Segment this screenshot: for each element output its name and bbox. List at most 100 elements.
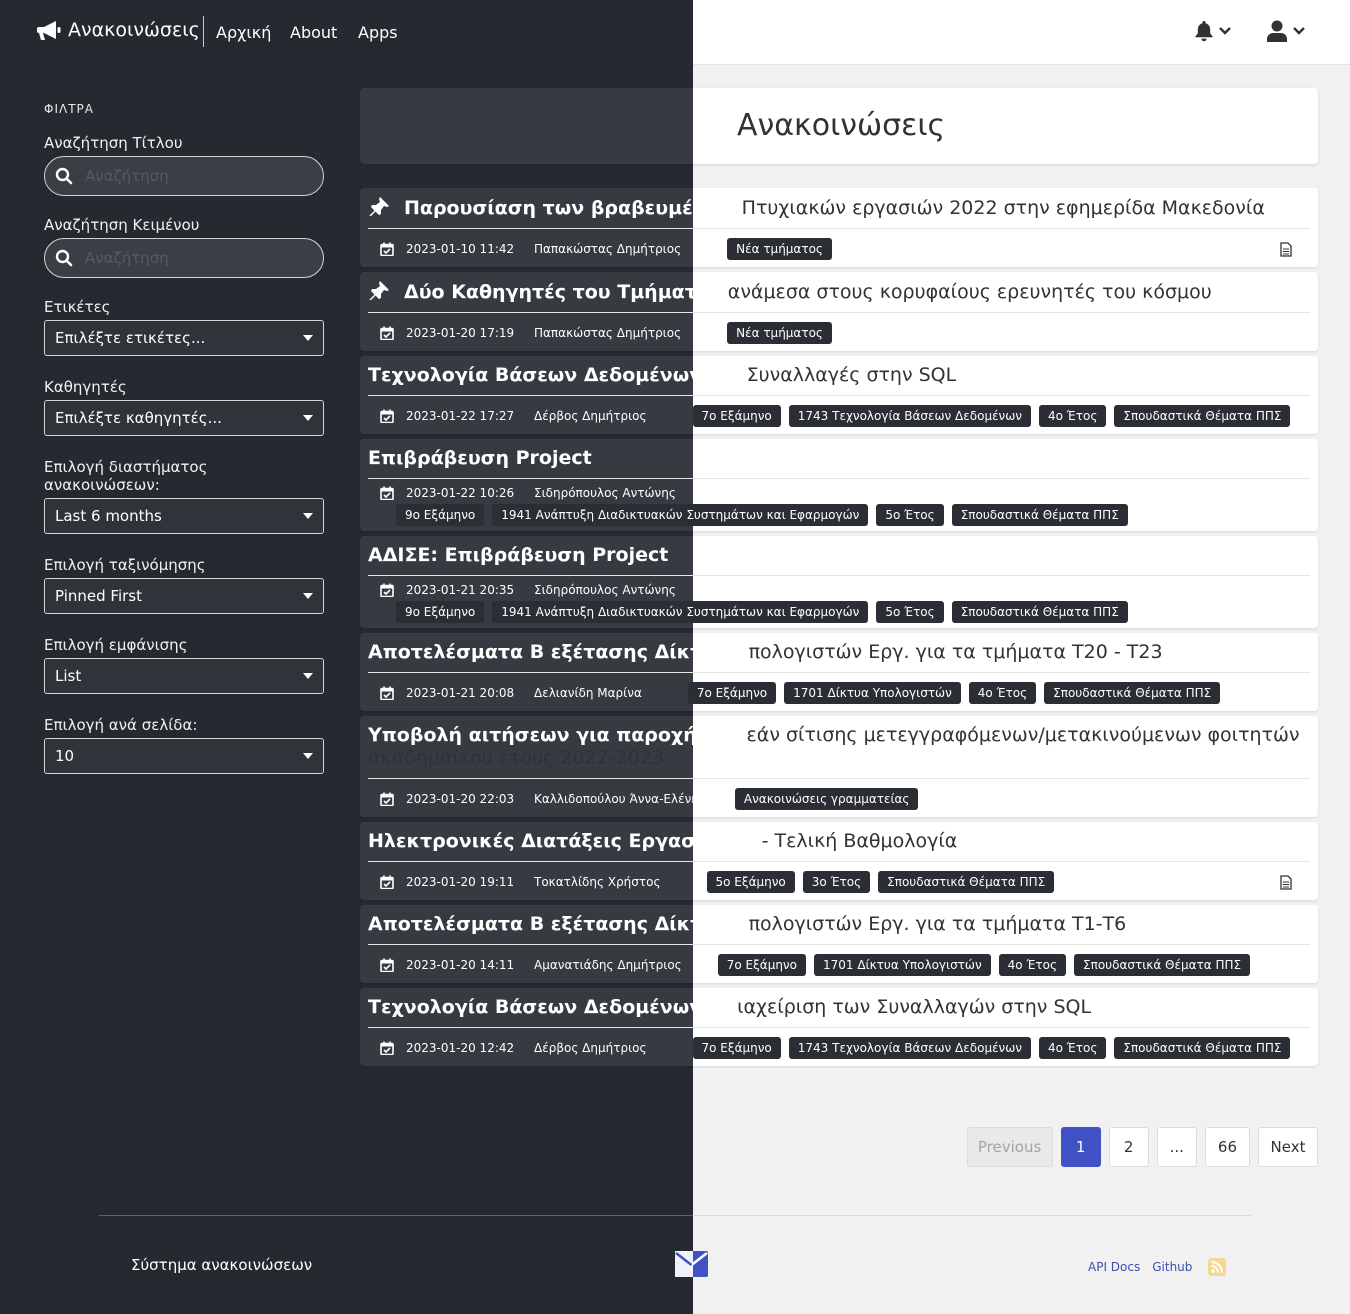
announcement-author[interactable]: Σιδηρόπουλος Αντώνης <box>534 486 676 500</box>
announcement-tags: Ανακοινώσεις γραμματείας <box>734 788 927 810</box>
filters-sidebar: ΦΙΛΤΡΑ Αναζήτηση Τίτλου Αναζήτηση Κειμέν… <box>44 100 324 796</box>
announcement-title-text: Επιβράβευση Project <box>368 447 592 469</box>
tag-badge[interactable]: 1701 Δίκτυα Υπολογιστών <box>784 682 961 704</box>
tag-badge[interactable]: 5ο Έτος <box>876 601 944 623</box>
announcement-title-text: ΑΔΙΣΕ: Επιβράβευση Project <box>368 544 669 566</box>
tag-badge[interactable]: Ανακοινώσεις γραμματείας <box>734 788 919 810</box>
nav-link-about[interactable]: About <box>290 23 337 42</box>
tag-badge[interactable]: Νέα τμήματος <box>727 238 832 260</box>
user-icon <box>1267 20 1287 42</box>
tag-badge[interactable]: Σπουδαστικά Θέματα ΠΠΣ <box>951 601 1128 623</box>
notifications-dropdown[interactable] <box>1194 20 1232 42</box>
announcement-author[interactable]: Δέρβος Δημήτριος <box>534 1041 647 1055</box>
announcement-author[interactable]: Σιδηρόπουλος Αντώνης <box>534 583 676 597</box>
view-select[interactable]: List <box>44 658 324 694</box>
announcement-date: 2023-01-20 22:03 <box>406 792 515 806</box>
tag-badge[interactable]: Σπουδαστικά Θέματα ΠΠΣ <box>1114 405 1291 427</box>
announcement-tags: 7ο Εξάμηνο 1743 Τεχνολογία Βάσεων Δεδομέν… <box>692 405 1299 427</box>
tag-badge[interactable]: 1941 Ανάπτυξη Διαδικτυακών Συστημάτων κα… <box>492 601 869 623</box>
rss-icon[interactable] <box>1208 1258 1227 1276</box>
tag-badge[interactable]: 9ο Εξάμηνο <box>396 504 485 526</box>
announcement-card[interactable]: Επιβράβευση Project 2023-01-22 10:26 Σιδηρ… <box>360 439 1318 531</box>
page-header: Ανακοινώσεις <box>360 88 1318 164</box>
announcement-meta: 2023-01-22 10:26 Σιδηρόπουλος Αντώνης 9ο Ε… <box>368 486 1310 526</box>
tag-badge[interactable]: 7ο Εξάμηνο <box>717 954 806 976</box>
announcement-title[interactable]: Παρουσίαση των βραβευμένων Πτυχιακών εργ… <box>368 196 1310 229</box>
announcement-card[interactable]: Δύο Καθηγητές του Τμήματος ανάμεσα στους… <box>360 272 1318 351</box>
announcement-title[interactable]: Τεχνολογία Βάσεων Δεδομένων / Διαχείριση… <box>368 996 1310 1028</box>
announcement-author[interactable]: Τοκατλίδης Χρήστος <box>534 875 661 889</box>
announcement-title[interactable]: Αποτελέσματα Β εξέτασης Δίκτυα Υπολογιστ… <box>368 913 1310 945</box>
announcement-author[interactable]: Δελιανίδη Μαρίνα <box>534 686 642 700</box>
announcement-card[interactable]: Υποβολή αιτήσεων για παροχή δωρεάν σίτισ… <box>360 716 1318 817</box>
previous-page-button[interactable]: Previous <box>966 1127 1053 1167</box>
nav-link-apps[interactable]: Apps <box>358 23 398 42</box>
page-button-last[interactable]: 66 <box>1204 1127 1250 1167</box>
tag-badge[interactable]: Σπουδαστικά Θέματα ΠΠΣ <box>951 504 1128 526</box>
announcement-card[interactable]: Τεχνολογία Βάσεων Δεδομένων / Διαχείριση… <box>360 988 1318 1066</box>
tag-badge[interactable]: 4ο Έτος <box>968 682 1037 704</box>
calendar-check-icon <box>380 875 394 890</box>
announcement-card[interactable]: Τεχνολογία Βάσεων Δεδομένων: Οι Συναλλαγ… <box>360 356 1318 434</box>
api-docs-link[interactable]: API Docs <box>1088 1260 1140 1274</box>
tag-badge[interactable]: 9ο Εξάμηνο <box>396 601 485 623</box>
announcement-title[interactable]: Αποτελέσματα Β εξέτασης Δίκτυα Υπολογιστ… <box>368 641 1310 673</box>
github-link[interactable]: Github <box>1152 1260 1192 1274</box>
tag-badge[interactable]: Σπουδαστικά Θέματα ΠΠΣ <box>1044 682 1221 704</box>
page-button-2[interactable]: 2 <box>1108 1127 1149 1167</box>
tag-badge[interactable]: 5ο Έτος <box>876 504 944 526</box>
tag-badge[interactable]: 1941 Ανάπτυξη Διαδικτυακών Συστημάτων κα… <box>492 504 869 526</box>
tag-badge[interactable]: 1701 Δίκτυα Υπολογιστών <box>813 954 991 976</box>
tag-badge[interactable]: 7ο Εξάμηνο <box>692 1037 781 1059</box>
tag-badge[interactable]: 7ο Εξάμηνο <box>692 405 781 427</box>
tag-badge[interactable]: Σπουδαστικά Θέματα ΠΠΣ <box>1114 1037 1291 1059</box>
announcement-author[interactable]: Καλλιδοπούλου Άννα-Ελένη <box>534 792 699 806</box>
announcement-title[interactable]: Επιβράβευση Project <box>368 447 1310 479</box>
tag-badge[interactable]: 1743 Τεχνολογία Βάσεων Δεδομένων <box>788 405 1032 427</box>
announcement-card[interactable]: Ηλεκτρονικές Διατάξεις Εργαστήριο - Τελι… <box>360 822 1318 900</box>
announcement-title[interactable]: Δύο Καθηγητές του Τμήματος ανάμεσα στους… <box>368 280 1310 313</box>
brand[interactable]: Ανακοινώσεις <box>37 19 200 41</box>
professors-select[interactable]: Επιλέξτε καθηγητές... <box>44 400 324 436</box>
tag-badge[interactable]: Σπουδαστικά Θέματα ΠΠΣ <box>1074 954 1251 976</box>
per-page-select[interactable]: 10 <box>44 738 324 774</box>
view-label: Επιλογή εμφάνισης <box>44 636 188 654</box>
tag-badge[interactable]: Νέα τμήματος <box>727 322 832 344</box>
announcement-date: 2023-01-22 17:27 <box>406 409 515 423</box>
mail-icon[interactable] <box>675 1251 708 1277</box>
tag-badge[interactable]: Σπουδαστικά Θέματα ΠΠΣ <box>878 871 1055 893</box>
announcement-title[interactable]: Υποβολή αιτήσεων για παροχή δωρεάν σίτισ… <box>368 724 1310 779</box>
tag-badge[interactable]: 4ο Έτος <box>998 954 1067 976</box>
announcement-card[interactable]: Αποτελέσματα Β εξέτασης Δίκτυα Υπολογιστ… <box>360 905 1318 983</box>
announcement-title[interactable]: Τεχνολογία Βάσεων Δεδομένων: Οι Συναλλαγ… <box>368 364 1310 396</box>
announcement-card[interactable]: Παρουσίαση των βραβευμένων Πτυχιακών εργ… <box>360 188 1318 267</box>
announcement-card[interactable]: Αποτελέσματα Β εξέτασης Δίκτυα Υπολογιστ… <box>360 633 1318 711</box>
sort-select[interactable]: Pinned First <box>44 578 324 614</box>
announcement-title[interactable]: ΑΔΙΣΕ: Επιβράβευση Project <box>368 544 1310 576</box>
announcement-title-text: Δύο Καθηγητές του Τμήματος <box>404 281 728 303</box>
page-button-1[interactable]: 1 <box>1060 1127 1101 1167</box>
announcement-date: 2023-01-20 17:19 <box>406 326 515 340</box>
attachment-file-icon[interactable] <box>1280 242 1292 257</box>
tag-badge[interactable]: 4ο Έτος <box>1039 1037 1107 1059</box>
next-page-button[interactable]: Next <box>1258 1127 1318 1167</box>
title-search-input[interactable] <box>85 167 305 185</box>
tag-badge[interactable]: 5ο Εξάμηνο <box>706 871 795 893</box>
announcement-tags: 7ο Εξάμηνο 1701 Δίκτυα Υπολογιστών 4ο Έτος… <box>687 682 1228 704</box>
attachment-file-icon[interactable] <box>1280 875 1292 890</box>
tag-badge[interactable]: 3ο Έτος <box>802 871 871 893</box>
user-dropdown[interactable] <box>1266 20 1306 42</box>
announcement-author[interactable]: Παπακώστας Δημήτριος <box>534 242 681 256</box>
range-select[interactable]: Last 6 months <box>44 498 324 534</box>
announcement-author[interactable]: Αμανατιάδης Δημήτριος <box>534 958 682 972</box>
tags-select[interactable]: Επιλέξτε ετικέτες... <box>44 320 324 356</box>
tag-badge[interactable]: 4ο Έτος <box>1039 405 1107 427</box>
announcement-author[interactable]: Παπακώστας Δημήτριος <box>534 326 681 340</box>
announcement-author[interactable]: Δέρβος Δημήτριος <box>534 409 647 423</box>
tag-badge[interactable]: 1743 Τεχνολογία Βάσεων Δεδομένων <box>788 1037 1032 1059</box>
nav-link-home[interactable]: Αρχική <box>216 23 271 42</box>
announcement-card[interactable]: ΑΔΙΣΕ: Επιβράβευση Project 2023-01-21 20:… <box>360 536 1318 628</box>
tag-badge[interactable]: 7ο Εξάμηνο <box>687 682 777 704</box>
text-search-input[interactable] <box>85 249 305 267</box>
announcement-title[interactable]: Ηλεκτρονικές Διατάξεις Εργαστήριο - Τελι… <box>368 830 1310 862</box>
